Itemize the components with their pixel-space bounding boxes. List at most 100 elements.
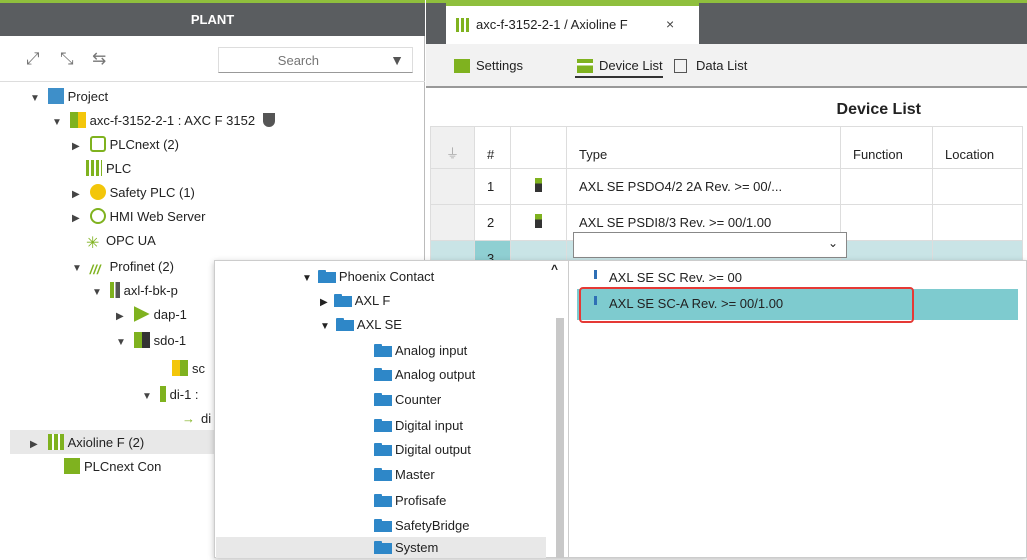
folder-icon <box>374 368 392 381</box>
chevron-right-icon[interactable]: ▶ <box>30 434 44 456</box>
chevron-right-icon[interactable]: ▶ <box>116 306 130 328</box>
dropdown-item-safetybridge[interactable]: SafetyBridge <box>374 514 469 538</box>
close-icon[interactable]: × <box>666 16 674 32</box>
dropdown-item-phoenix-contact[interactable]: ▼ Phoenix Contact <box>302 265 434 289</box>
chevron-down-icon[interactable]: ▼ <box>116 332 130 354</box>
plcnext-icon <box>89 136 106 152</box>
folder-icon <box>374 419 392 432</box>
dropdown-item-axl-se[interactable]: ▼ AXL SE <box>320 313 402 337</box>
dropdown-item-analog-input[interactable]: Analog input <box>374 339 467 363</box>
dropdown-item-digital-output[interactable]: Digital output <box>374 438 471 462</box>
chevron-down-icon[interactable]: ▼ <box>302 273 312 284</box>
row-location[interactable] <box>932 204 1023 241</box>
chevron-right-icon[interactable]: ▶ <box>72 184 86 206</box>
chevron-down-icon[interactable]: ▼ <box>30 88 44 110</box>
row-type[interactable]: AXL SE PSDO4/2 2A Rev. >= 00/... <box>566 168 841 205</box>
scrollbar-thumb[interactable] <box>556 318 564 558</box>
column-header-function[interactable]: Function <box>840 126 933 169</box>
dropdown-item-profisafe[interactable]: Profisafe <box>374 489 446 513</box>
chevron-right-icon[interactable]: ▶ <box>72 136 86 158</box>
tree-item-dap[interactable]: ▶ dap-1 <box>116 304 187 326</box>
chevron-right-icon[interactable]: ▶ <box>72 208 86 230</box>
safety-module-icon <box>172 360 188 376</box>
tab-device-editor[interactable]: axc-f-3152-2-1 / Axioline F × <box>446 3 699 44</box>
tab-data-list[interactable]: Data List <box>672 54 747 78</box>
dropdown-item-master[interactable]: Master <box>374 463 435 487</box>
tree-item-hmi[interactable]: ▶ HMI Web Server <box>72 206 205 228</box>
dropdown-item-system[interactable]: System <box>374 536 438 560</box>
component-icon <box>64 458 80 474</box>
expand-all-icon[interactable]: ⤢ <box>26 50 40 67</box>
folder-icon <box>374 393 392 406</box>
safety-module-icon <box>510 168 567 205</box>
row-function[interactable] <box>840 204 933 241</box>
tree-item-bus-coupler[interactable]: ▼ axl-f-bk-p <box>92 280 178 302</box>
filter-column-icon[interactable]: ⏚ <box>430 126 475 169</box>
controller-icon <box>69 112 86 128</box>
chevron-down-icon[interactable]: ▼ <box>72 258 86 280</box>
filter-icon[interactable]: ▼ <box>390 52 404 68</box>
tree-item-safety-plc[interactable]: ▶ Safety PLC (1) <box>72 182 195 204</box>
data-list-icon <box>674 59 687 73</box>
chevron-down-icon[interactable]: ▼ <box>52 112 66 134</box>
axioline-icon <box>456 18 470 32</box>
axioline-icon <box>47 434 64 450</box>
dap-icon <box>133 306 150 322</box>
tree-item-plcnext[interactable]: ▶ PLCnext (2) <box>72 134 179 156</box>
device-list-icon <box>577 59 593 73</box>
tree-item-sc[interactable]: sc <box>172 358 205 380</box>
folder-icon <box>333 294 352 307</box>
tree-item-controller[interactable]: ▼ axc-f-3152-2-1 : AXC F 3152 <box>52 110 275 132</box>
column-header-location[interactable]: Location <box>932 126 1023 169</box>
tree-item-di[interactable]: ▼ di-1 : <box>142 384 199 406</box>
type-select[interactable]: ⌄ <box>573 232 847 258</box>
network-icon: ✳ <box>86 235 100 252</box>
folder-icon <box>335 318 354 331</box>
module-icon <box>109 282 120 298</box>
module-icon <box>159 386 166 402</box>
folder-icon <box>374 344 392 357</box>
search-input[interactable] <box>219 48 379 72</box>
swap-arrows-icon[interactable]: ⇆ <box>92 50 106 67</box>
tree-item-plcnext-component[interactable]: PLCnext Con <box>64 456 161 478</box>
tab-settings[interactable]: Settings <box>452 54 523 78</box>
arrow-right-icon: → <box>182 411 195 426</box>
tree-item-opc-ua[interactable]: ✳ OPC UA <box>86 230 156 252</box>
dropdown-item-digital-input[interactable]: Digital input <box>374 414 463 438</box>
table-header-row: ⏚ # Type Function Location <box>430 126 1023 169</box>
column-header-type[interactable]: Type <box>566 126 841 169</box>
folder-icon <box>374 468 392 481</box>
globe-icon <box>89 208 106 224</box>
column-header-index[interactable]: # <box>474 126 511 169</box>
row-location[interactable] <box>932 168 1023 205</box>
settings-icon <box>454 59 470 73</box>
tree-item-project[interactable]: ▼ Project <box>30 86 108 108</box>
divider <box>568 260 569 558</box>
chevron-down-icon[interactable]: ⌄ <box>828 236 838 250</box>
table-row[interactable]: 1 AXL SE PSDO4/2 2A Rev. >= 00/... <box>430 168 1023 205</box>
chevron-right-icon[interactable]: ▶ <box>320 297 328 308</box>
tab-device-list[interactable]: Device List <box>575 54 663 78</box>
tree-item-sdo[interactable]: ▼ sdo-1 <box>116 330 186 352</box>
dropdown-item-axl-f[interactable]: ▶ AXL F <box>320 289 390 313</box>
chevron-down-icon[interactable]: ▼ <box>320 321 330 332</box>
project-icon <box>47 88 64 104</box>
profinet-icon: /// <box>89 262 101 277</box>
row-index: 1 <box>474 168 511 205</box>
safety-module-icon <box>510 204 567 241</box>
search-box[interactable]: ▼ <box>218 47 413 73</box>
chevron-down-icon[interactable]: ▼ <box>92 282 106 304</box>
tree-item-plc[interactable]: PLC <box>86 158 131 180</box>
collapse-all-icon[interactable]: ⤡ <box>60 50 74 67</box>
page-title: Device List <box>836 101 921 118</box>
row-function[interactable] <box>840 168 933 205</box>
tree-item-di-channel[interactable]: → di <box>182 408 211 430</box>
tree-item-axioline[interactable]: ▶ Axioline F (2) <box>30 432 144 454</box>
folder-icon <box>374 541 392 554</box>
folder-icon <box>374 494 392 507</box>
dropdown-item-analog-output[interactable]: Analog output <box>374 363 475 387</box>
chevron-down-icon[interactable]: ▼ <box>142 386 156 408</box>
dropdown-item-counter[interactable]: Counter <box>374 388 441 412</box>
scroll-up-icon[interactable]: ^ <box>551 262 558 276</box>
tree-item-profinet[interactable]: ▼ ///Profinet (2) <box>72 256 174 278</box>
